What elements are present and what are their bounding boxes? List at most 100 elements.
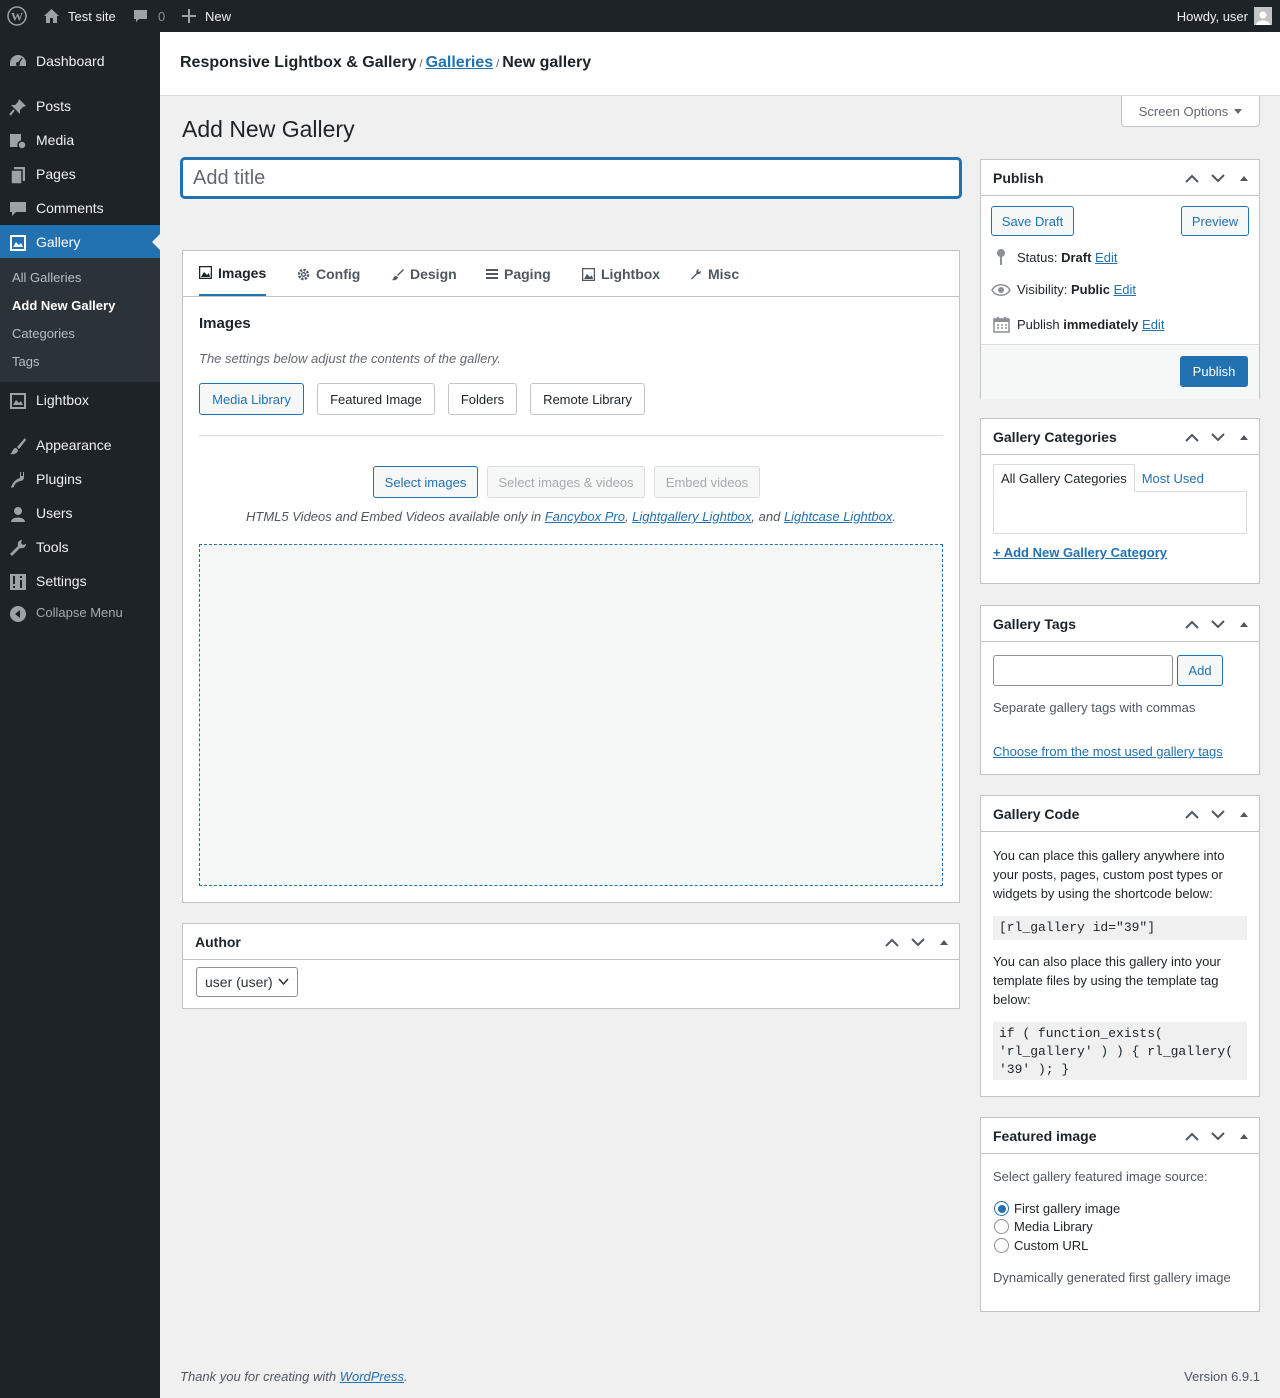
lightcase-link[interactable]: Lightcase Lightbox [784, 509, 892, 524]
new-label: New [205, 8, 232, 24]
chevron-up-icon[interactable] [1183, 168, 1201, 188]
publish-button[interactable]: Publish [1180, 356, 1248, 387]
toggle-triangle-icon[interactable] [1235, 804, 1253, 824]
images-section-heading: Images [199, 315, 251, 332]
toggle-triangle-icon[interactable] [1235, 1126, 1253, 1146]
chevron-up-icon[interactable] [883, 932, 901, 952]
publish-box: Publish Save Draft Preview Status: Draft… [980, 159, 1260, 399]
sidebar-item-posts[interactable]: Posts [0, 89, 160, 123]
add-tag-button[interactable]: Add [1177, 655, 1223, 686]
chevron-down-icon[interactable] [1209, 168, 1227, 188]
tab-paging[interactable]: Paging [486, 251, 551, 297]
tab-config[interactable]: Config [297, 251, 360, 297]
site-name-link[interactable]: Test site [43, 0, 116, 32]
submenu-tags[interactable]: Tags [12, 354, 39, 369]
save-draft-button[interactable]: Save Draft [991, 206, 1074, 236]
featured-box-header: Featured image [981, 1118, 1259, 1154]
submenu-add-new-gallery[interactable]: Add New Gallery [12, 298, 115, 313]
source-featured-image-button[interactable]: Featured Image [317, 383, 435, 415]
tab-misc[interactable]: Misc [690, 251, 739, 297]
preview-button[interactable]: Preview [1181, 206, 1249, 236]
sidebar-item-appearance[interactable]: Appearance [0, 428, 160, 462]
publish-label: Publish [1017, 317, 1064, 332]
tab-design[interactable]: Design [391, 251, 457, 297]
toggle-triangle-icon[interactable] [1235, 168, 1253, 188]
sidebar-item-dashboard[interactable]: Dashboard [0, 44, 160, 78]
source-folders-button[interactable]: Folders [448, 383, 517, 415]
submenu-all-galleries[interactable]: All Galleries [12, 270, 81, 285]
embed-videos-button[interactable]: Embed videos [654, 466, 760, 498]
radio-unchecked[interactable] [994, 1238, 1009, 1253]
sidebar-item-gallery[interactable]: Gallery [0, 225, 160, 259]
box-controls [1183, 614, 1253, 634]
toggle-triangle-icon[interactable] [935, 932, 953, 952]
tag-input[interactable] [993, 655, 1173, 686]
sidebar-item-lightbox[interactable]: Lightbox [0, 383, 160, 417]
choose-most-used-tags-link[interactable]: Choose from the most used gallery tags [993, 744, 1223, 759]
gallery-code-box: Gallery Code You can place this gallery … [980, 795, 1260, 1097]
breadcrumb-galleries-link[interactable]: Galleries [426, 54, 494, 71]
chevron-down-icon[interactable] [1209, 1126, 1227, 1146]
comment-icon [8, 199, 28, 219]
chevron-up-icon[interactable] [1183, 427, 1201, 447]
wordpress-logo-icon[interactable]: W [7, 0, 27, 32]
tab-most-used[interactable]: Most Used [1135, 464, 1211, 492]
chevron-down-icon[interactable] [1209, 804, 1227, 824]
chevron-up-icon[interactable] [1183, 614, 1201, 634]
tab-all-gallery-categories[interactable]: All Gallery Categories [993, 464, 1135, 492]
gallery-tabs: Images Config Design Paging Lightbox Mis… [183, 251, 959, 297]
plus-icon [182, 9, 196, 23]
chevron-down-icon[interactable] [909, 932, 927, 952]
sidebar-item-plugins[interactable]: Plugins [0, 462, 160, 496]
submenu-categories[interactable]: Categories [12, 326, 75, 341]
toggle-triangle-icon[interactable] [1235, 427, 1253, 447]
sidebar-item-users[interactable]: Users [0, 496, 160, 530]
chevron-down-icon[interactable] [1209, 614, 1227, 634]
radio-media-library[interactable]: Media Library [994, 1219, 1093, 1234]
sidebar-item-media[interactable]: Media [0, 123, 160, 157]
account-menu[interactable]: Howdy, user [1177, 0, 1272, 32]
radio-unchecked[interactable] [994, 1219, 1009, 1234]
select-images-button[interactable]: Select images [373, 466, 478, 498]
home-icon [43, 8, 60, 24]
gallery-submenu: All Galleries Add New Gallery Categories… [0, 258, 160, 382]
title-input[interactable] [181, 158, 961, 198]
shortcode-block[interactable]: [rl_gallery id="39"] [993, 916, 1247, 940]
box-controls [1183, 804, 1253, 824]
radio-custom-url[interactable]: Custom URL [994, 1238, 1088, 1253]
lightgallery-link[interactable]: Lightgallery Lightbox [632, 509, 751, 524]
sidebar-item-pages[interactable]: Pages [0, 157, 160, 191]
screen-options-button[interactable]: Screen Options [1121, 96, 1260, 127]
sidebar-item-tools[interactable]: Tools [0, 530, 160, 564]
edit-publish-time-link[interactable]: Edit [1142, 317, 1164, 332]
sidebar-item-label: Settings [36, 573, 87, 589]
template-tag-block[interactable]: if ( function_exists( 'rl_gallery' ) ) {… [993, 1022, 1247, 1080]
chevron-up-icon[interactable] [1183, 1126, 1201, 1146]
wordpress-link[interactable]: WordPress [340, 1369, 404, 1384]
tab-images[interactable]: Images [199, 251, 267, 296]
sidebar-item-settings[interactable]: Settings [0, 564, 160, 598]
sidebar-item-comments[interactable]: Comments [0, 191, 160, 225]
tab-lightbox[interactable]: Lightbox [582, 251, 660, 297]
chevron-up-icon[interactable] [1183, 804, 1201, 824]
add-new-category-link[interactable]: + Add New Gallery Category [993, 545, 1167, 560]
new-content-link[interactable]: New [182, 0, 231, 32]
radio-first-gallery-image[interactable]: First gallery image [994, 1201, 1120, 1216]
chevron-down-icon[interactable] [1209, 427, 1227, 447]
author-select[interactable]: user (user) [196, 967, 298, 997]
edit-visibility-link[interactable]: Edit [1114, 282, 1136, 297]
select-images-videos-button[interactable]: Select images & videos [487, 466, 645, 498]
tab-label: Lightbox [601, 266, 661, 282]
comments-link[interactable]: 0 [133, 0, 165, 32]
sidebar-item-label: Gallery [36, 234, 81, 250]
sidebar-item-label: Lightbox [36, 392, 89, 408]
radio-checked[interactable] [994, 1201, 1009, 1216]
source-media-library-button[interactable]: Media Library [199, 383, 304, 415]
fancybox-pro-link[interactable]: Fancybox Pro [545, 509, 625, 524]
breadcrumb: Responsive Lightbox & Gallery / Galleries /… [180, 54, 591, 72]
source-remote-library-button[interactable]: Remote Library [530, 383, 645, 415]
images-dropzone[interactable] [199, 544, 943, 886]
collapse-menu-button[interactable]: Collapse Menu [0, 596, 160, 630]
edit-status-link[interactable]: Edit [1095, 250, 1117, 265]
toggle-triangle-icon[interactable] [1235, 614, 1253, 634]
